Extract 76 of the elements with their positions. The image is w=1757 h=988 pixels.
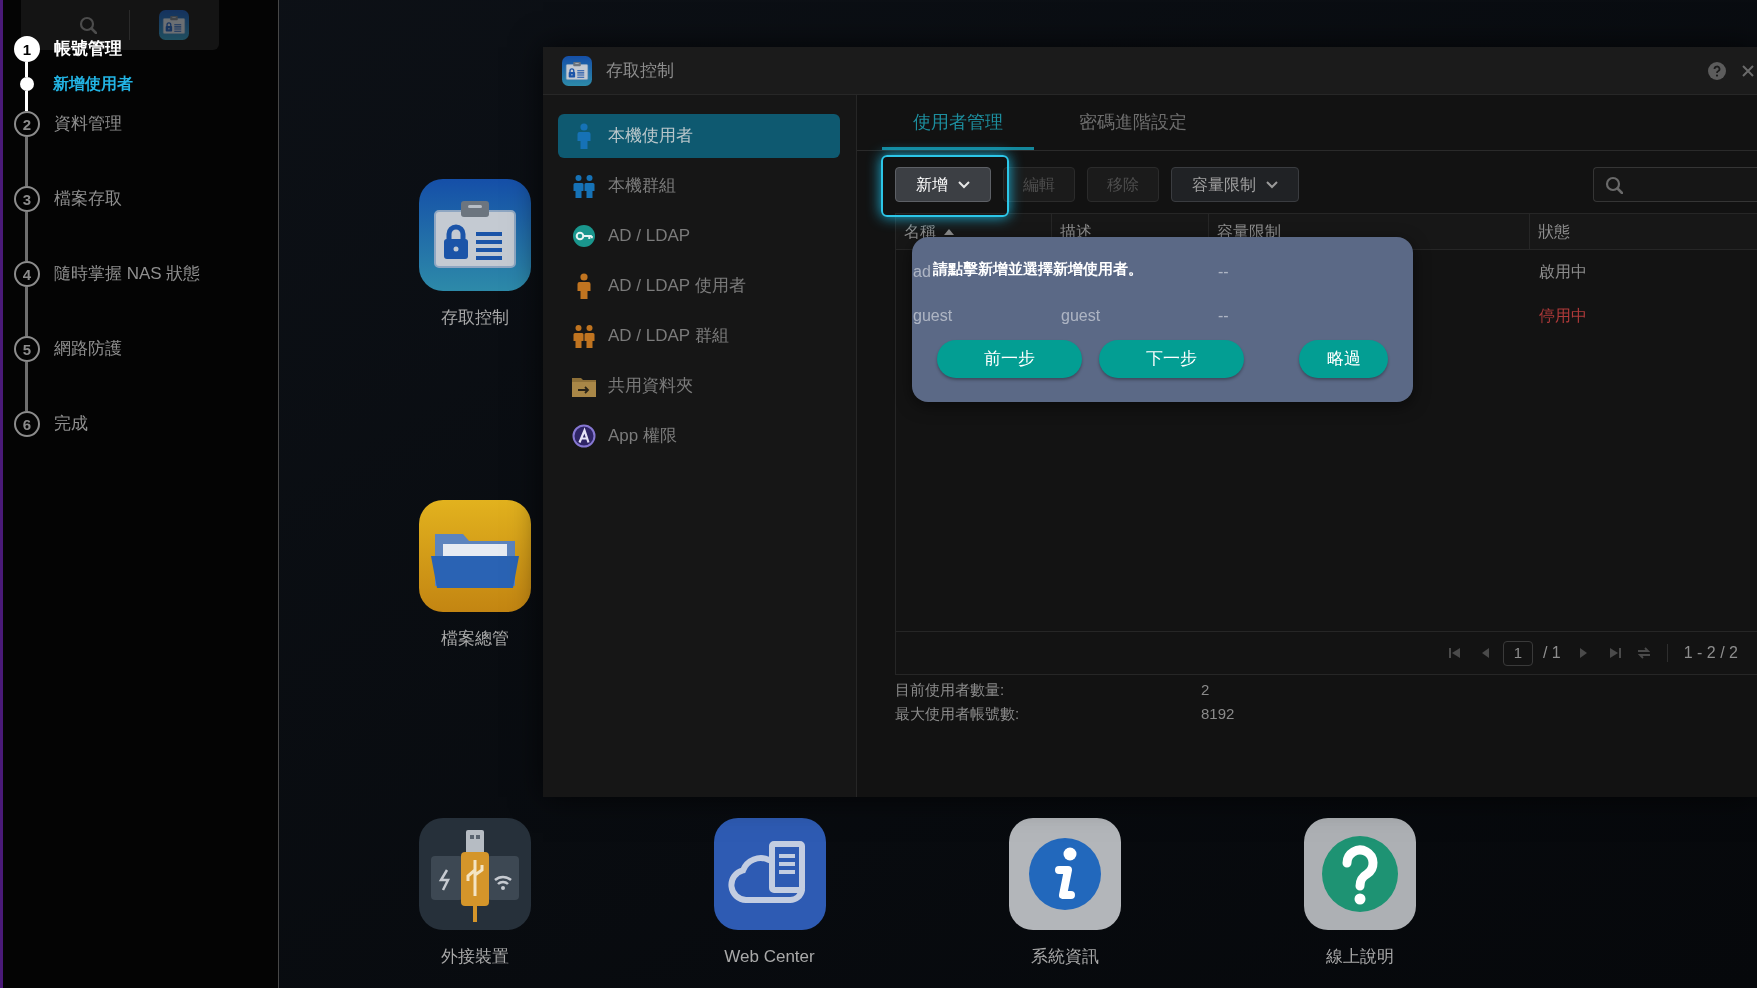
step-connector <box>25 362 28 411</box>
dialog-button[interactable]: 略過 <box>1299 340 1388 378</box>
step-label: 網路防護 <box>54 338 122 360</box>
user-name: guest <box>913 306 953 326</box>
help-icon[interactable] <box>1303 818 1416 930</box>
dialog-button[interactable]: 前一步 <box>937 340 1082 378</box>
column-header[interactable]: 狀態 <box>1538 220 1570 243</box>
step-number: 5 <box>14 336 40 362</box>
step-number: 1 <box>14 36 40 62</box>
toolbar-button[interactable]: 新增 <box>895 167 991 202</box>
step-number: 3 <box>14 186 40 212</box>
last-page-icon[interactable] <box>1608 647 1621 659</box>
status-text: 啟用中 <box>1539 262 1587 282</box>
step-connector <box>25 212 28 261</box>
search-icon <box>1605 175 1623 194</box>
app-label: 系統資訊 <box>1030 946 1099 968</box>
close-icon[interactable] <box>1742 64 1754 77</box>
user-name: ad <box>913 262 931 282</box>
app-label: 線上說明 <box>1325 946 1394 968</box>
page-range: 1 - 2 / 2 <box>1683 643 1738 663</box>
quota-value: -- <box>1218 262 1229 282</box>
sort-ascending-icon[interactable] <box>944 228 954 235</box>
id-card-icon <box>562 55 592 86</box>
dialog-button[interactable]: 下一步 <box>1099 340 1244 378</box>
first-page-icon[interactable] <box>1448 647 1461 659</box>
tab[interactable]: 使用者管理 <box>882 95 1034 150</box>
nav-item[interactable]: AD / LDAP <box>558 214 840 258</box>
search-icon[interactable] <box>79 16 97 34</box>
key-icon <box>572 223 596 249</box>
two-people-icon <box>572 173 596 199</box>
a-logo-icon <box>572 423 596 449</box>
nav-item[interactable]: 共用資料夾 <box>558 364 840 408</box>
tab[interactable]: 密碼進階設定 <box>1048 95 1218 150</box>
step-label: 隨時掌握 NAS 狀態 <box>54 263 201 285</box>
info-icon[interactable] <box>1008 818 1121 930</box>
quota-value: -- <box>1218 306 1229 326</box>
status-text: 停用中 <box>1539 306 1587 326</box>
user-description: guest <box>1061 306 1101 326</box>
step-connector <box>25 91 28 111</box>
window-title: 存取控制 <box>606 59 674 82</box>
step-connector <box>25 62 28 77</box>
step-label: 檔案存取 <box>54 188 122 210</box>
step-number: 2 <box>14 111 40 137</box>
step-connector <box>25 137 28 186</box>
id-card-icon[interactable] <box>418 179 531 291</box>
substep-label: 新增使用者 <box>53 74 133 94</box>
refresh-icon[interactable] <box>1636 646 1651 660</box>
nav-item[interactable]: 本機使用者 <box>558 114 840 158</box>
summary-label: 最大使用者帳號數: <box>895 703 1021 724</box>
step-number: 4 <box>14 261 40 287</box>
page-number-field[interactable]: 1 <box>1502 640 1533 666</box>
page-total: / 1 <box>1542 643 1561 663</box>
step-label: 帳號管理 <box>54 38 122 60</box>
app-label: 存取控制 <box>440 307 509 329</box>
toolbar-button[interactable]: 容量限制 <box>1171 167 1299 202</box>
summary-label: 目前使用者數量: <box>895 679 1006 700</box>
nav-item[interactable]: AD / LDAP 使用者 <box>558 264 840 308</box>
step-number: 6 <box>14 411 40 437</box>
step-label: 完成 <box>54 413 88 435</box>
usb-drive-icon[interactable] <box>418 818 531 930</box>
summary-value: 8192 <box>1201 703 1235 724</box>
nav-item[interactable]: App 權限 <box>558 414 840 458</box>
app-label: 外接裝置 <box>440 946 509 968</box>
next-page-icon[interactable] <box>1578 647 1589 659</box>
app-label: 檔案總管 <box>440 628 509 650</box>
step-label: 資料管理 <box>54 113 122 135</box>
nav-item[interactable]: AD / LDAP 群組 <box>558 314 840 358</box>
app-label: Web Center <box>724 946 815 968</box>
search-field[interactable] <box>1593 167 1757 202</box>
nav-item[interactable]: 本機群組 <box>558 164 840 208</box>
step-connector <box>25 287 28 336</box>
cloud-server-icon[interactable] <box>713 818 826 930</box>
two-people-icon <box>572 323 596 349</box>
folder-icon[interactable] <box>418 500 531 612</box>
dialog-message: 請點擊新增並選擇新增使用者。 <box>933 259 1143 279</box>
summary-value: 2 <box>1201 679 1210 700</box>
